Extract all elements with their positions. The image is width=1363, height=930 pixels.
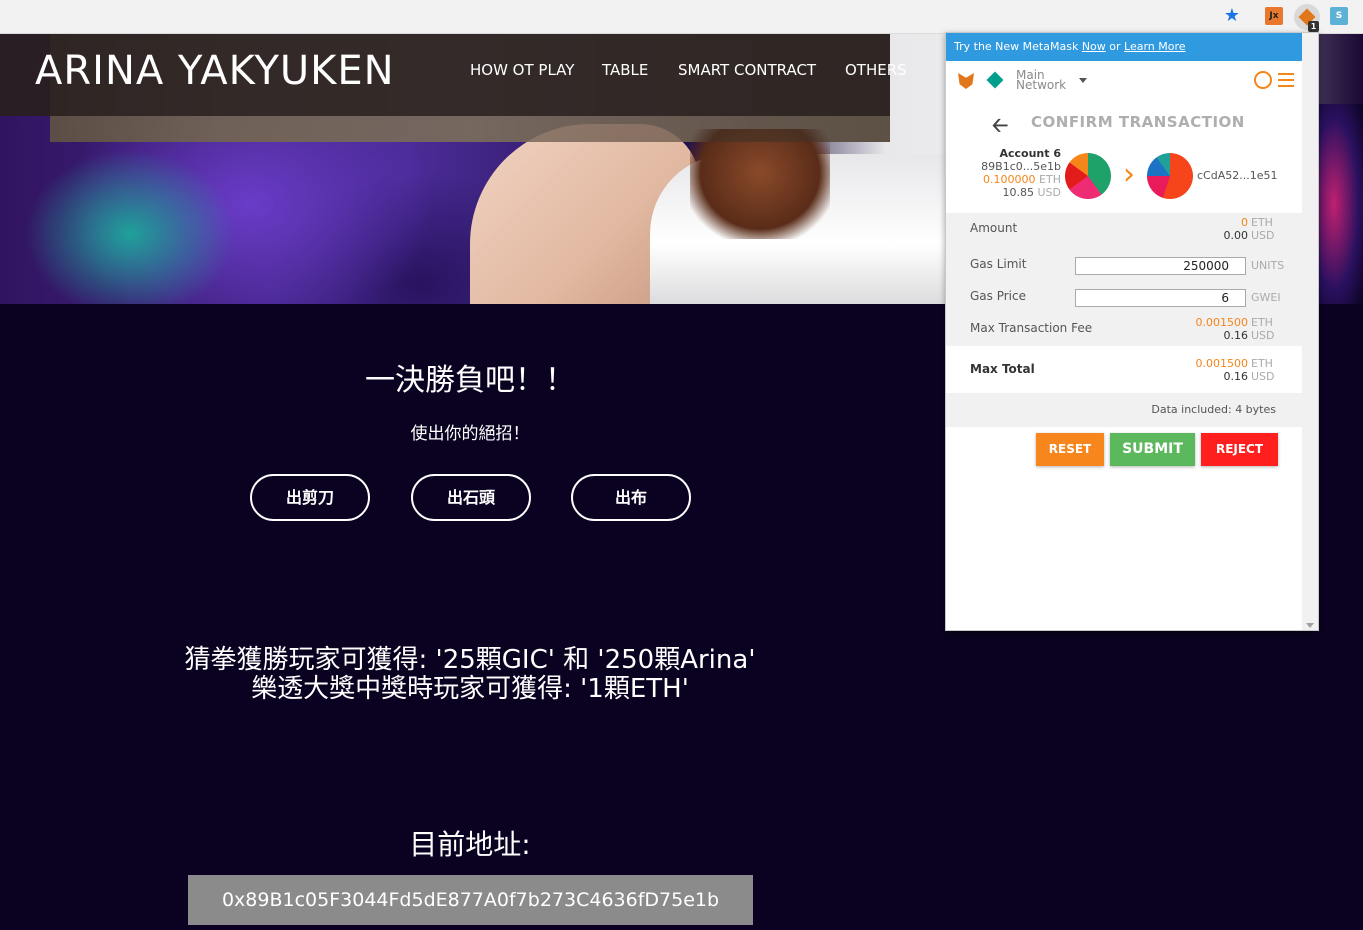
max-fee-usd: 0.16: [1223, 329, 1249, 342]
banner-learn-more-link[interactable]: Learn More: [1124, 40, 1186, 53]
max-total-value: 0.001500 ETH 0.16 USD: [1196, 357, 1277, 383]
bookmark-star-icon[interactable]: ★: [1222, 6, 1242, 26]
network-diamond-icon: [986, 71, 1004, 89]
navbar-underlay: [50, 116, 890, 142]
amount-usd: 0.00: [1223, 229, 1249, 242]
notification-badge: 1: [1308, 21, 1319, 32]
popup-scrollbar[interactable]: [1302, 33, 1318, 630]
scissors-button[interactable]: 出剪刀: [250, 474, 370, 521]
max-total-label: Max Total: [970, 362, 1035, 376]
to-identicon: [1147, 153, 1193, 199]
from-eth-balance: 0.100000: [983, 173, 1036, 186]
amount-eth: 0: [1241, 216, 1248, 229]
jx-extension-icon[interactable]: Jx: [1265, 7, 1283, 25]
max-fee-label: Max Transaction Fee: [970, 321, 1093, 335]
nav-smart-contract[interactable]: SMART CONTRACT: [678, 61, 816, 79]
s-extension-icon[interactable]: S: [1330, 7, 1348, 25]
max-fee-eth-unit: ETH: [1251, 316, 1273, 329]
submit-button[interactable]: SUBMIT: [1110, 433, 1195, 466]
game-headline: 一決勝負吧！！: [365, 363, 575, 398]
hero-right-art: [1315, 104, 1363, 304]
address-label: 目前地址:: [409, 828, 531, 861]
from-account-address: 89B1c0...5e1b: [981, 160, 1061, 173]
metamask-extension-icon[interactable]: 1: [1294, 4, 1320, 32]
reward-line-1: 猜拳獲勝玩家可獲得: '25顆GIC' 和 '250顆Arina': [184, 645, 756, 675]
site-brand[interactable]: ARINA YAKYUKEN: [35, 48, 395, 94]
data-included: Data included: 4 bytes: [1151, 403, 1276, 416]
network-selector[interactable]: Main Network: [1016, 69, 1067, 92]
amount-value: 0 ETH 0.00 USD: [1224, 216, 1277, 242]
from-account-name: Account 6: [999, 147, 1061, 160]
from-usd-unit: USD: [1037, 186, 1061, 199]
chevron-right-icon: ›: [1123, 157, 1135, 192]
max-total-usd-unit: USD: [1251, 370, 1275, 383]
scroll-down-arrow-icon[interactable]: [1306, 623, 1314, 628]
network-name-line2: Network: [1016, 78, 1067, 92]
gas-price-input[interactable]: 6: [1075, 289, 1246, 307]
gas-limit-label: Gas Limit: [970, 257, 1027, 271]
game-subline: 使出你的絕招！: [410, 424, 530, 444]
confirm-transaction-title: CONFIRM TRANSACTION: [1031, 113, 1245, 131]
banner-now-link[interactable]: Now: [1082, 40, 1106, 53]
nav-others[interactable]: OTHERS: [845, 61, 907, 79]
back-arrow-icon[interactable]: 🡠: [992, 111, 1008, 145]
nav-table[interactable]: TABLE: [602, 61, 648, 79]
nav-how-to-play[interactable]: HOW OT PLAY: [470, 61, 574, 79]
current-address: 0x89B1c05F3044Fd5dE877A0f7b273C4636fD75e…: [188, 875, 753, 925]
network-caret-icon[interactable]: [1079, 78, 1087, 83]
max-fee-eth: 0.001500: [1195, 316, 1249, 329]
max-total-eth-unit: ETH: [1251, 357, 1273, 370]
gas-price-unit: GWEI: [1251, 291, 1281, 304]
reward-line-2: 樂透大獎中獎時玩家可獲得: '1顆ETH': [251, 674, 689, 704]
hamburger-menu-icon[interactable]: [1278, 73, 1294, 87]
from-identicon: [1065, 153, 1111, 199]
metamask-popup: Try the New MetaMask Now or Learn More M…: [945, 32, 1319, 631]
browser-toolbar: ★ Jx 1 S: [0, 0, 1363, 34]
gas-limit-input[interactable]: 250000: [1075, 257, 1246, 275]
account-switch-icon[interactable]: [1254, 71, 1272, 89]
banner-text: Try the New MetaMask: [954, 40, 1082, 53]
hero-hair: [690, 129, 830, 239]
from-eth-unit: ETH: [1039, 173, 1061, 186]
max-fee-usd-unit: USD: [1251, 329, 1275, 342]
gas-limit-unit: UNITS: [1251, 259, 1285, 272]
banner-or-text: or: [1105, 40, 1125, 53]
paper-button[interactable]: 出布: [571, 474, 691, 521]
max-total-eth: 0.001500: [1195, 357, 1249, 370]
rock-button[interactable]: 出石頭: [411, 474, 531, 521]
amount-eth-unit: ETH: [1251, 216, 1273, 229]
from-account: Account 6 89B1c0...5e1b 0.100000 ETH 10.…: [966, 147, 1061, 199]
from-usd-balance: 10.85: [1002, 186, 1034, 199]
reject-button[interactable]: REJECT: [1201, 433, 1278, 466]
reset-button[interactable]: RESET: [1036, 433, 1104, 466]
site-navbar: ARINA YAKYUKEN HOW OT PLAY TABLE SMART C…: [0, 34, 907, 142]
metamask-banner: Try the New MetaMask Now or Learn More: [946, 33, 1302, 61]
to-address: cCdA52...1e51: [1197, 169, 1278, 182]
gas-price-label: Gas Price: [970, 289, 1026, 303]
amount-label: Amount: [970, 221, 1018, 235]
max-fee-value: 0.001500 ETH 0.16 USD: [1196, 316, 1277, 342]
max-total-usd: 0.16: [1223, 370, 1249, 383]
metamask-fox-icon: [958, 73, 974, 89]
amount-usd-unit: USD: [1251, 229, 1275, 242]
